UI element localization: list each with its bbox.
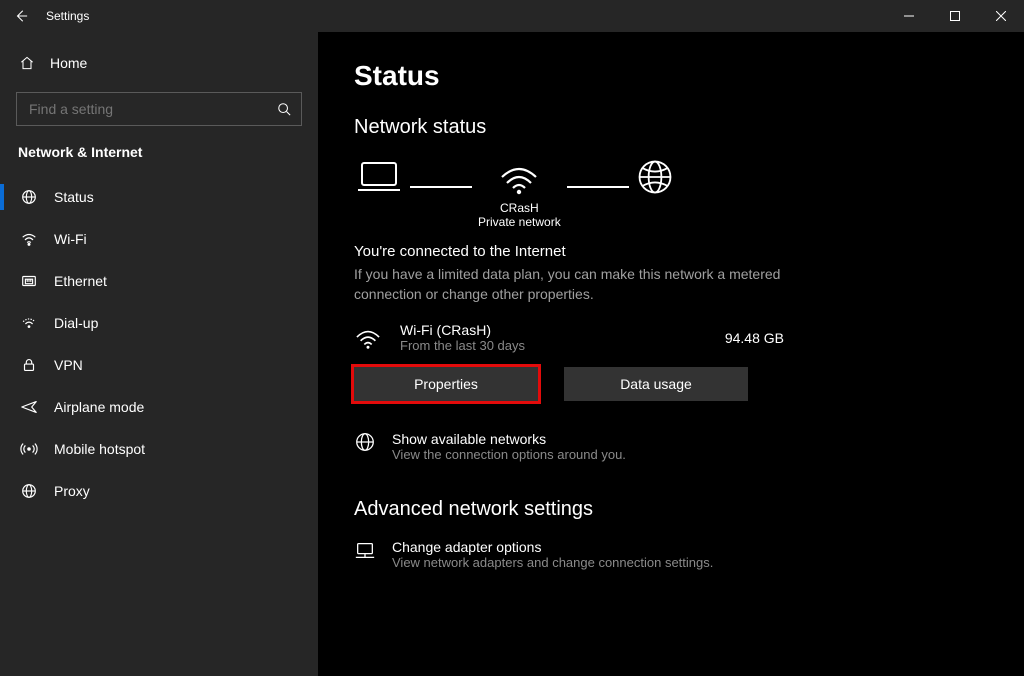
hotspot-icon xyxy=(20,440,38,458)
titlebar: Settings xyxy=(0,0,1024,32)
close-button[interactable] xyxy=(978,0,1024,32)
sidebar-item-label: Wi-Fi xyxy=(54,231,87,247)
laptop-icon xyxy=(354,157,404,197)
globe-small-icon xyxy=(354,431,376,453)
sidebar-item-wifi[interactable]: Wi-Fi xyxy=(0,218,318,260)
connection-status-desc: If you have a limited data plan, you can… xyxy=(354,264,784,304)
section-advanced-settings: Advanced network settings xyxy=(354,498,1024,521)
minimize-button[interactable] xyxy=(886,0,932,32)
sidebar-item-vpn[interactable]: VPN xyxy=(0,344,318,386)
sidebar-item-proxy[interactable]: Proxy xyxy=(0,470,318,512)
sidebar-item-hotspot[interactable]: Mobile hotspot xyxy=(0,428,318,470)
search-input[interactable] xyxy=(27,100,277,118)
airplane-icon xyxy=(20,398,38,416)
globe-icon xyxy=(635,157,675,197)
connection-period: From the last 30 days xyxy=(400,338,525,353)
nav-home-label: Home xyxy=(50,55,87,71)
proxy-icon xyxy=(20,482,38,500)
diagram-net-type: Private network xyxy=(478,215,561,229)
connection-usage: 94.48 GB xyxy=(725,330,1024,346)
data-usage-button-label: Data usage xyxy=(620,376,692,392)
wifi-icon xyxy=(20,230,38,248)
sidebar-item-dialup[interactable]: Dial-up xyxy=(0,302,318,344)
wifi-small-icon xyxy=(354,326,382,350)
show-available-networks[interactable]: Show available networks View the connect… xyxy=(354,431,1024,462)
connection-status-title: You're connected to the Internet xyxy=(354,243,1024,260)
dialup-icon xyxy=(20,314,38,332)
network-diagram: CRasH Private network xyxy=(354,157,1024,233)
sidebar-item-airplane[interactable]: Airplane mode xyxy=(0,386,318,428)
adapter-icon xyxy=(354,539,376,561)
data-usage-button[interactable]: Data usage xyxy=(564,367,748,401)
sidebar-item-label: Dial-up xyxy=(54,315,98,331)
adapter-options-desc: View network adapters and change connect… xyxy=(392,555,713,570)
vpn-icon xyxy=(20,356,38,374)
change-adapter-options[interactable]: Change adapter options View network adap… xyxy=(354,539,1024,570)
search-icon xyxy=(277,102,291,116)
home-icon xyxy=(18,54,36,72)
properties-button-label: Properties xyxy=(414,376,478,392)
main-content: Status Network status xyxy=(318,32,1024,676)
sidebar-item-label: Ethernet xyxy=(54,273,107,289)
status-icon xyxy=(20,188,38,206)
window-title: Settings xyxy=(46,9,89,23)
properties-button[interactable]: Properties xyxy=(354,367,538,401)
sidebar-item-label: Proxy xyxy=(54,483,90,499)
ethernet-icon xyxy=(20,272,38,290)
section-network-status: Network status xyxy=(354,116,1024,139)
maximize-button[interactable] xyxy=(932,0,978,32)
sidebar-item-status[interactable]: Status xyxy=(0,176,318,218)
sidebar-section-label: Network & Internet xyxy=(0,144,318,176)
nav-home[interactable]: Home xyxy=(0,46,318,80)
connection-name: Wi-Fi (CRasH) xyxy=(400,322,525,338)
page-title: Status xyxy=(354,60,1024,92)
sidebar-item-label: Mobile hotspot xyxy=(54,441,145,457)
sidebar-item-ethernet[interactable]: Ethernet xyxy=(0,260,318,302)
sidebar: Home Network & Internet Status xyxy=(0,32,318,676)
sidebar-item-label: VPN xyxy=(54,357,83,373)
sidebar-item-label: Status xyxy=(54,189,94,205)
back-button[interactable] xyxy=(14,9,28,23)
show-networks-desc: View the connection options around you. xyxy=(392,447,626,462)
sidebar-item-label: Airplane mode xyxy=(54,399,144,415)
diagram-ssid: CRasH xyxy=(478,201,561,215)
wifi-large-icon xyxy=(496,157,542,197)
adapter-options-title: Change adapter options xyxy=(392,539,713,555)
show-networks-title: Show available networks xyxy=(392,431,626,447)
search-input-wrapper[interactable] xyxy=(16,92,302,126)
